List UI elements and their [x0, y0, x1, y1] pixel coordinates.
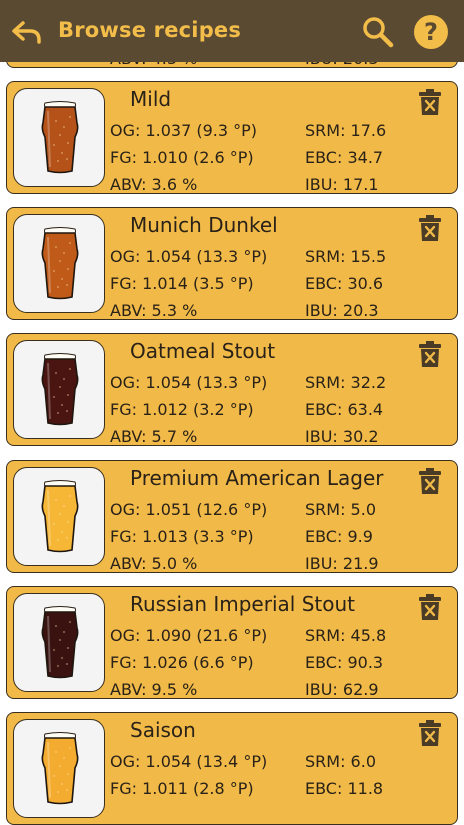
beer-glass-thumbnail	[13, 593, 105, 692]
trash-icon[interactable]	[418, 214, 442, 242]
abv-value: ABV: 9.5 %	[110, 680, 198, 699]
srm-value: SRM: 17.6	[305, 121, 387, 140]
trash-icon[interactable]	[418, 88, 442, 116]
fg-value: FG: 1.010 (2.6 °P)	[110, 148, 254, 167]
trash-icon[interactable]	[418, 467, 442, 495]
ebc-value: EBC: 30.6	[305, 274, 384, 293]
help-icon[interactable]: ?	[412, 13, 450, 51]
og-value: OG: 1.090 (21.6 °P)	[110, 626, 268, 645]
trash-icon[interactable]	[418, 593, 442, 621]
og-value: OG: 1.054 (13.4 °P)	[110, 752, 268, 771]
og-value: OG: 1.054 (13.3 °P)	[110, 247, 268, 266]
app-bar: Browse recipes ?	[0, 0, 464, 62]
abv-value: ABV: 5.0 %	[110, 554, 198, 573]
trash-icon[interactable]	[418, 719, 442, 747]
recipe-card[interactable]: Saison OG: 1.054 (13.4 °P) FG: 1.011 (2.8 …	[6, 712, 458, 825]
recipe-name: Munich Dunkel	[130, 213, 278, 237]
ibu-value: IBU: 21.9	[305, 554, 379, 573]
search-icon[interactable]	[360, 14, 396, 50]
fg-value: FG: 1.011 (2.8 °P)	[110, 779, 254, 798]
abv-value: ABV: 3.6 %	[110, 175, 198, 194]
srm-value: SRM: 5.0	[305, 500, 376, 519]
beer-glass-thumbnail	[13, 340, 105, 439]
ebc-value: EBC: 9.9	[305, 527, 373, 546]
svg-text:?: ?	[424, 18, 438, 46]
og-value: OG: 1.051 (12.6 °P)	[110, 500, 268, 519]
recipe-card[interactable]: Russian Imperial Stout OG: 1.090 (21.6 °P…	[6, 586, 458, 699]
recipe-card[interactable]: Oatmeal Stout OG: 1.054 (13.3 °P) FG: 1.01…	[6, 333, 458, 446]
srm-value: SRM: 15.5	[305, 247, 387, 266]
recipe-name: Oatmeal Stout	[130, 339, 276, 363]
fg-value: FG: 1.013 (3.3 °P)	[110, 527, 254, 546]
fg-value: FG: 1.026 (6.6 °P)	[110, 653, 254, 672]
recipe-name: Russian Imperial Stout	[130, 592, 355, 616]
beer-glass-thumbnail	[13, 719, 105, 818]
abv-value: ABV: 5.7 %	[110, 427, 198, 446]
recipe-list[interactable]: ABV: 4.3 % IBU: 20.3 MildOG: 1.037 (9.3 …	[0, 0, 464, 825]
fg-value: FG: 1.014 (3.5 °P)	[110, 274, 254, 293]
ibu-value: IBU: 62.9	[305, 680, 379, 699]
ibu-value: IBU: 30.2	[305, 427, 379, 446]
recipe-card[interactable]: Premium American Lager OG: 1.051 (12.6 °P…	[6, 460, 458, 573]
beer-glass-thumbnail	[13, 214, 105, 313]
beer-glass-thumbnail	[13, 88, 105, 187]
abv-value: ABV: 5.3 %	[110, 301, 198, 320]
ebc-value: EBC: 63.4	[305, 400, 384, 419]
ibu-value: IBU: 17.1	[305, 175, 379, 194]
recipe-card[interactable]: Munich Dunkel OG: 1.054 (13.3 °P) FG: 1.01…	[6, 207, 458, 320]
og-value: OG: 1.037 (9.3 °P)	[110, 121, 258, 140]
fg-value: FG: 1.012 (3.2 °P)	[110, 400, 254, 419]
trash-icon[interactable]	[418, 340, 442, 368]
back-arrow-icon[interactable]	[8, 14, 44, 50]
ebc-value: EBC: 90.3	[305, 653, 384, 672]
srm-value: SRM: 32.2	[305, 373, 387, 392]
ibu-value: IBU: 20.3	[305, 301, 379, 320]
recipe-name: Mild	[130, 87, 172, 111]
srm-value: SRM: 45.8	[305, 626, 387, 645]
recipe-name: Premium American Lager	[130, 466, 384, 490]
srm-value: SRM: 6.0	[305, 752, 376, 771]
page-title: Browse recipes	[58, 18, 242, 42]
ebc-value: EBC: 34.7	[305, 148, 384, 167]
og-value: OG: 1.054 (13.3 °P)	[110, 373, 268, 392]
recipe-card[interactable]: Mild OG: 1.037 (9.3 °P) FG: 1.010 (2.6 °P)…	[6, 81, 458, 194]
beer-glass-thumbnail	[13, 467, 105, 566]
recipe-name: Saison	[130, 718, 196, 742]
ebc-value: EBC: 11.8	[305, 779, 384, 798]
